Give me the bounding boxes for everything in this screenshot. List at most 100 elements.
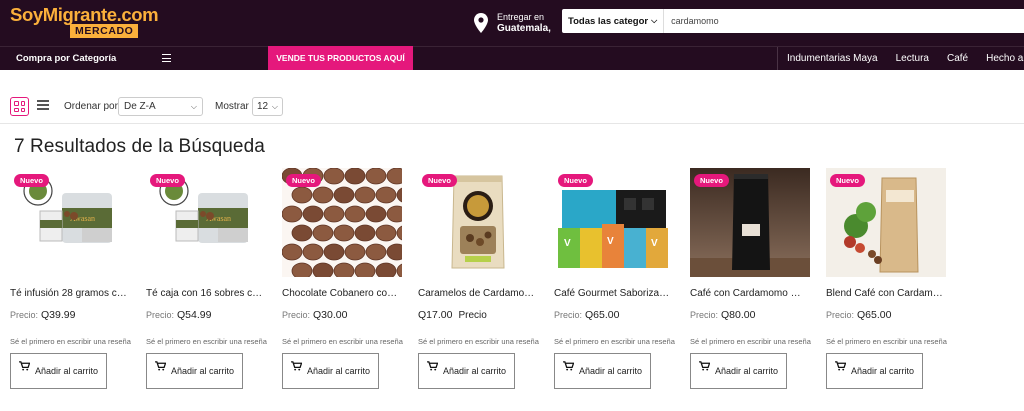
product-card: Awasan Nuevo Té infusión 28 gramos con c… <box>10 168 134 411</box>
chevron-down-icon: ⌵ <box>651 16 658 25</box>
price-label: Precio: <box>554 310 583 320</box>
product-name[interactable]: Té infusión 28 gramos con cardamomo <box>10 288 128 299</box>
price-label: Precio: <box>282 310 311 320</box>
results-title: 7 Resultados de la Búsqueda <box>14 136 265 157</box>
nav-link-lectura[interactable]: Lectura <box>887 47 938 70</box>
cart-icon <box>835 361 846 371</box>
product-name[interactable]: Blend Café con Cardamomo <box>826 288 944 299</box>
review-link[interactable]: Sé el primero en escribir una reseña <box>826 337 948 346</box>
product-price: Precio: Q30.00 <box>282 309 347 321</box>
nav-link-indumentarias[interactable]: Indumentarias Maya <box>778 47 887 70</box>
price-label: Precio: <box>146 310 175 320</box>
deliver-text: Entregar en Guatemala, <box>497 12 551 34</box>
new-badge: Nuevo <box>14 174 49 187</box>
price-label: Precio: <box>10 310 39 320</box>
order-select-value: De Z-A <box>124 101 156 112</box>
add-to-cart-label: Añadir al carrito <box>442 365 507 376</box>
add-to-cart-button[interactable]: Añadir al carrito <box>554 353 651 389</box>
menu-icon[interactable] <box>162 54 171 62</box>
cart-icon <box>155 361 166 371</box>
deliver-location[interactable]: Entregar en Guatemala, <box>474 11 551 35</box>
product-card: Nuevo Café con Cardamomo molido Precio: Q… <box>690 168 814 411</box>
product-price: Q17.00 Precio <box>418 309 490 321</box>
search-bar: Todas las categor ⌵ <box>562 9 1024 33</box>
add-to-cart-button[interactable]: Añadir al carrito <box>418 353 515 389</box>
product-card: V V V Nuevo Café Gourmet Saborizado con … <box>554 168 678 411</box>
deliver-line2: Guatemala, <box>497 23 551 34</box>
price-value: Q17.00 <box>418 309 453 321</box>
review-link[interactable]: Sé el primero en escribir una reseña <box>690 337 812 346</box>
order-label: Ordenar por <box>64 101 118 112</box>
product-card: Awasan Nuevo Té caja con 16 sobres con c… <box>146 168 270 411</box>
add-to-cart-button[interactable]: Añadir al carrito <box>826 353 923 389</box>
review-link[interactable]: Sé el primero en escribir una reseña <box>418 337 540 346</box>
new-badge: Nuevo <box>558 174 593 187</box>
nav-links: Indumentarias Maya Lectura Café Hecho a … <box>777 47 1024 70</box>
product-name[interactable]: Té caja con 16 sobres con cardamomo <box>146 288 264 299</box>
price-value: Q54.99 <box>177 309 212 321</box>
logo[interactable]: SoyMigrante.com MERCADO <box>10 4 159 40</box>
price-label: Precio: <box>826 310 855 320</box>
add-to-cart-label: Añadir al carrito <box>170 365 235 376</box>
nav-link-hecho[interactable]: Hecho a M <box>977 47 1024 70</box>
product-name[interactable]: Café con Cardamomo molido <box>690 288 808 299</box>
product-card: Nuevo Caramelos de Cardamomo Q17.00 Preci… <box>418 168 542 411</box>
review-link[interactable]: Sé el primero en escribir una reseña <box>10 337 132 346</box>
product-price: Precio: Q65.00 <box>826 309 891 321</box>
review-link[interactable]: Sé el primero en escribir una reseña <box>282 337 404 346</box>
show-label: Mostrar <box>215 101 249 112</box>
review-link[interactable]: Sé el primero en escribir una reseña <box>554 337 676 346</box>
show-select[interactable]: 12 ⌵ <box>252 97 283 116</box>
product-card: Nuevo Chocolate Cobanero con cardamomo P… <box>282 168 406 411</box>
product-name[interactable]: Café Gourmet Saborizado con cardamomo <box>554 288 672 299</box>
add-to-cart-button[interactable]: Añadir al carrito <box>282 353 379 389</box>
price-label: Precio <box>458 310 487 321</box>
new-badge: Nuevo <box>150 174 185 187</box>
price-label: Precio: <box>690 310 719 320</box>
svg-text:V: V <box>607 236 614 247</box>
add-to-cart-button[interactable]: Añadir al carrito <box>690 353 787 389</box>
deliver-line1: Entregar en <box>497 12 545 22</box>
add-to-cart-button[interactable]: Añadir al carrito <box>146 353 243 389</box>
svg-text:V: V <box>651 238 658 249</box>
svg-text:V: V <box>564 238 571 249</box>
new-badge: Nuevo <box>286 174 321 187</box>
show-select-value: 12 <box>257 101 269 112</box>
price-value: Q80.00 <box>721 309 756 321</box>
list-view-icon[interactable] <box>37 100 49 112</box>
order-select[interactable]: De Z-A ⌵ <box>118 97 203 116</box>
price-value: Q30.00 <box>313 309 348 321</box>
cart-icon <box>427 361 438 371</box>
review-link[interactable]: Sé el primero en escribir una reseña <box>146 337 268 346</box>
add-to-cart-label: Añadir al carrito <box>34 365 99 376</box>
search-input[interactable] <box>664 10 1024 32</box>
location-pin-icon <box>474 13 488 33</box>
product-price: Precio: Q80.00 <box>690 309 755 321</box>
nav-bar: Compra por Categoría VENDE TUS PRODUCTOS… <box>0 46 1024 70</box>
shop-by-category[interactable]: Compra por Categoría <box>16 53 116 64</box>
add-to-cart-label: Añadir al carrito <box>714 365 779 376</box>
product-price: Precio: Q65.00 <box>554 309 619 321</box>
product-name[interactable]: Caramelos de Cardamomo <box>418 288 536 299</box>
new-badge: Nuevo <box>830 174 865 187</box>
product-price: Precio: Q54.99 <box>146 309 211 321</box>
price-value: Q39.99 <box>41 309 76 321</box>
add-to-cart-label: Añadir al carrito <box>306 365 371 376</box>
chevron-down-icon: ⌵ <box>271 101 278 111</box>
category-select[interactable]: Todas las categor ⌵ <box>562 9 665 33</box>
new-badge: Nuevo <box>422 174 457 187</box>
product-price: Precio: Q39.99 <box>10 309 75 321</box>
grid-view-icon[interactable] <box>10 97 29 116</box>
logo-subtext: MERCADO <box>70 24 139 38</box>
add-to-cart-label: Añadir al carrito <box>850 365 915 376</box>
cart-icon <box>19 361 30 371</box>
new-badge: Nuevo <box>694 174 729 187</box>
nav-link-cafe[interactable]: Café <box>938 47 977 70</box>
add-to-cart-label: Añadir al carrito <box>578 365 643 376</box>
logo-text: SoyMigrante.com <box>10 4 159 25</box>
price-value: Q65.00 <box>857 309 892 321</box>
sell-products-button[interactable]: VENDE TUS PRODUCTOS AQUÍ <box>268 46 413 70</box>
product-name[interactable]: Chocolate Cobanero con cardamomo <box>282 288 400 299</box>
add-to-cart-button[interactable]: Añadir al carrito <box>10 353 107 389</box>
top-header: SoyMigrante.com MERCADO Entregar en Guat… <box>0 0 1024 46</box>
